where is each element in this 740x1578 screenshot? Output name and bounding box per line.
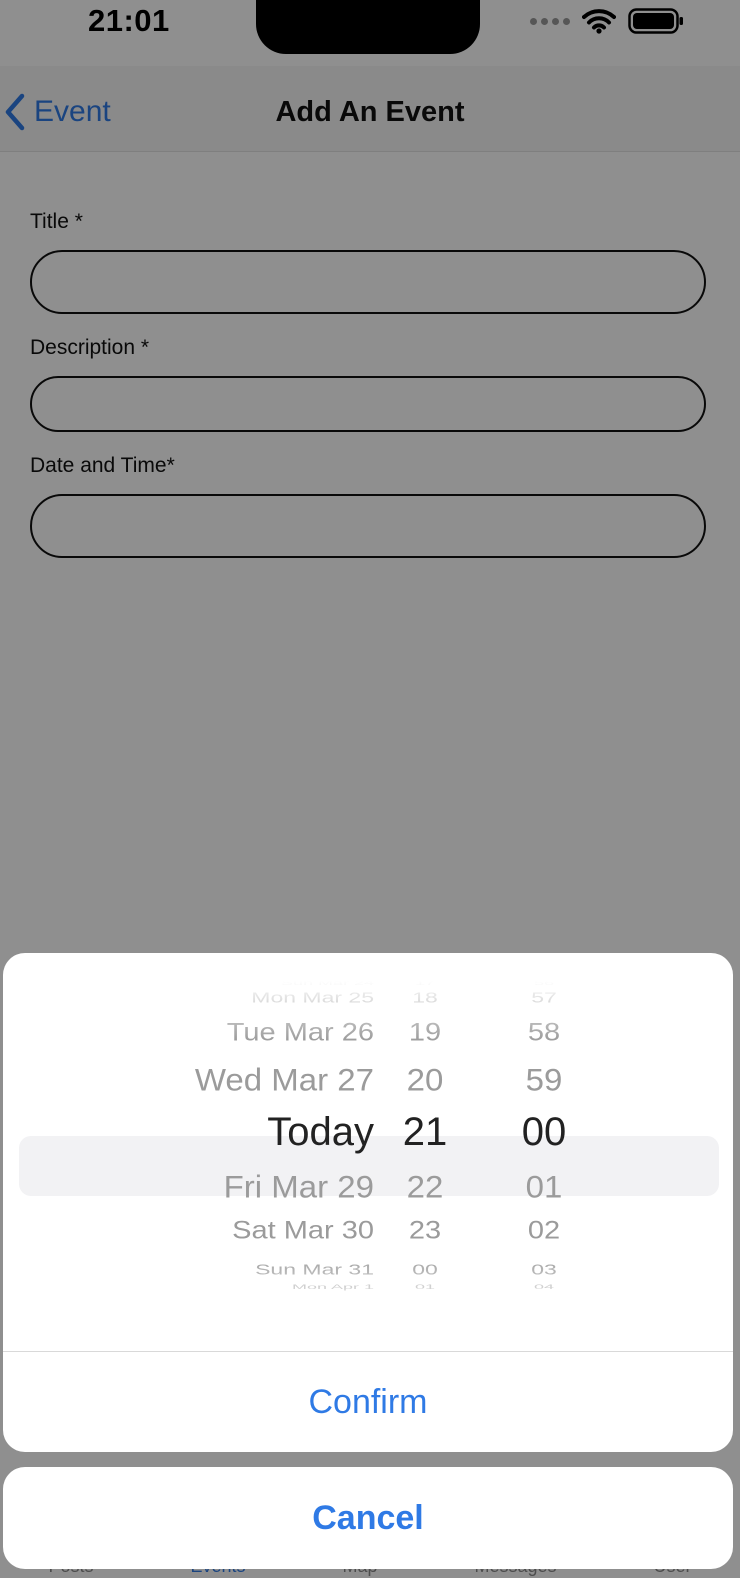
minute-option[interactable]: 59 bbox=[509, 1061, 579, 1098]
hour-option[interactable]: 22 bbox=[395, 1168, 455, 1205]
picker-fade-top bbox=[3, 981, 733, 1041]
picker-fade-bottom bbox=[3, 1255, 733, 1315]
confirm-button[interactable]: Confirm bbox=[3, 1352, 733, 1452]
cancel-button[interactable]: Cancel bbox=[3, 1467, 733, 1569]
date-option[interactable]: Fri Mar 29 bbox=[224, 1168, 374, 1205]
datetime-picker-sheet: Sun Mar 24Mon Mar 25Tue Mar 26Wed Mar 27… bbox=[3, 953, 733, 1452]
minute-option[interactable]: 02 bbox=[509, 1217, 579, 1247]
date-option[interactable]: Wed Mar 27 bbox=[195, 1061, 374, 1098]
hour-option[interactable]: 20 bbox=[395, 1061, 455, 1098]
minute-option[interactable]: 00 bbox=[509, 1109, 579, 1155]
datetime-picker[interactable]: Sun Mar 24Mon Mar 25Tue Mar 26Wed Mar 27… bbox=[3, 981, 733, 1315]
hour-option[interactable]: 21 bbox=[395, 1109, 455, 1155]
hour-option[interactable]: 23 bbox=[395, 1217, 455, 1247]
date-option[interactable]: Today bbox=[267, 1109, 374, 1155]
date-option[interactable]: Sat Mar 30 bbox=[232, 1217, 374, 1247]
minute-option[interactable]: 01 bbox=[509, 1168, 579, 1205]
